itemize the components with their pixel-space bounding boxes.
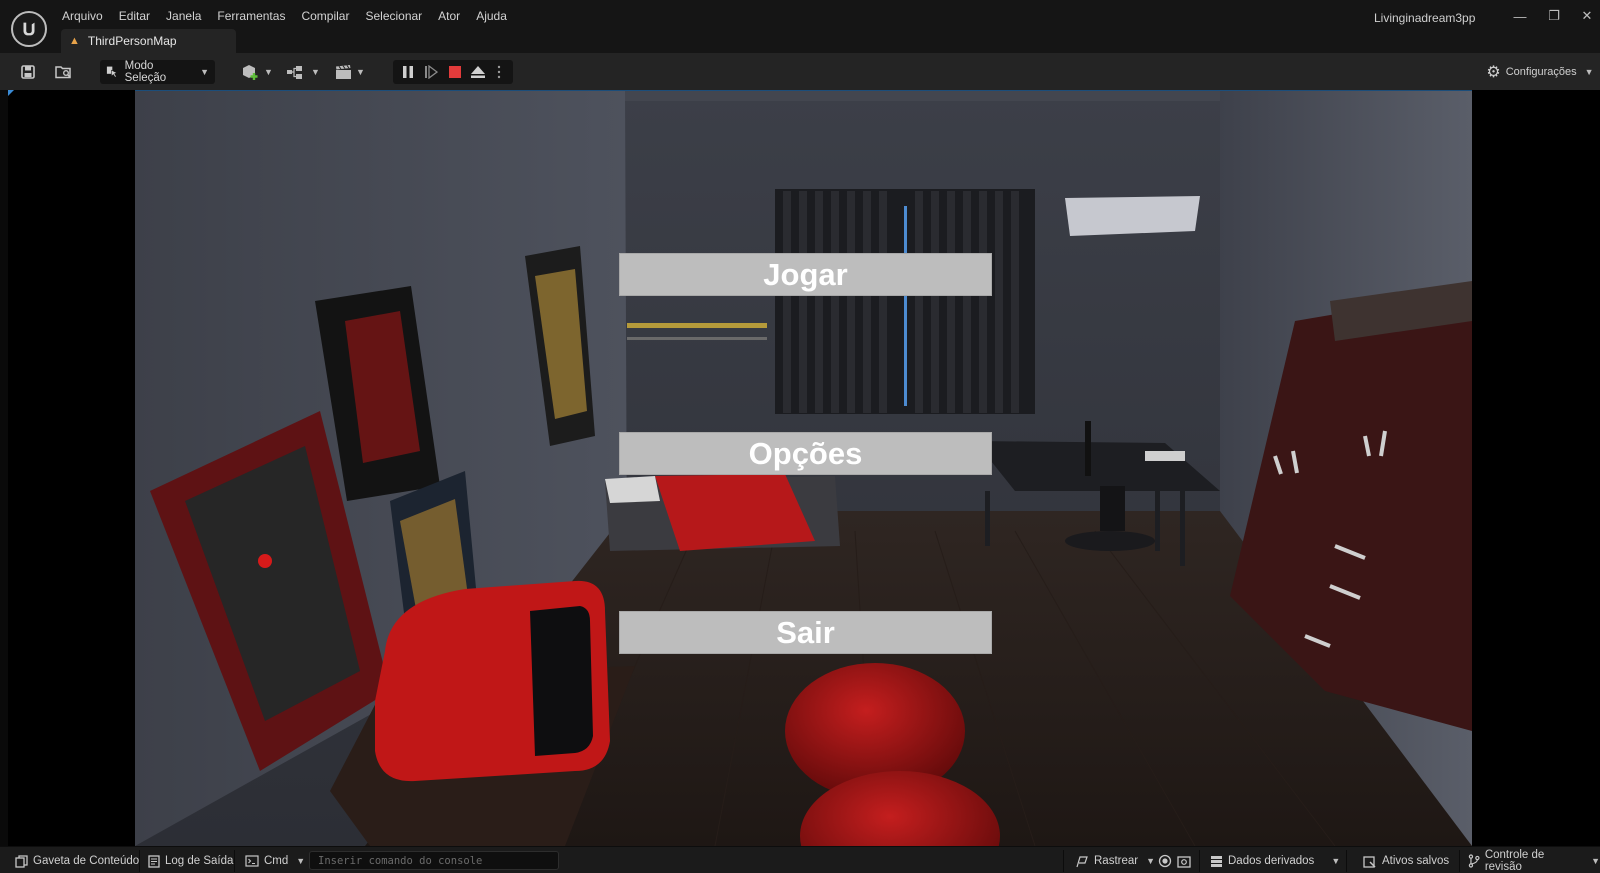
saved-assets-button[interactable]: Ativos salvos <box>1363 852 1449 870</box>
more-options-icon[interactable] <box>491 60 507 84</box>
chevron-down-icon: ▼ <box>1331 856 1341 866</box>
selection-mode-label: Modo Seleção <box>124 60 167 84</box>
console-command-input[interactable] <box>309 851 559 870</box>
cmd-dropdown[interactable]: Cmd ▼ <box>245 852 305 870</box>
minimize-icon[interactable]: — <box>1507 6 1533 26</box>
title-bar: Arquivo Editar Janela Ferramentas Compil… <box>0 0 1600 53</box>
cursor-icon <box>106 66 118 78</box>
blueprint-button[interactable]: ▼ <box>285 60 321 84</box>
chevron-down-icon: ▼ <box>296 856 306 866</box>
game-scene: Jogar Opções Sair <box>135 91 1472 846</box>
close-icon[interactable]: ✕ <box>1574 6 1600 26</box>
derived-data-label: Dados derivados <box>1228 855 1315 867</box>
project-name: Livinginadream3pp <box>1374 11 1476 25</box>
browse-content-icon[interactable] <box>52 60 76 84</box>
cmd-label: Cmd <box>264 855 289 867</box>
eject-icon[interactable] <box>467 60 489 84</box>
menu-help[interactable]: Ajuda <box>468 8 515 26</box>
output-log-button[interactable]: Log de Saída <box>148 852 233 870</box>
main-toolbar: Modo Seleção ▼ ▼ ▼ ▼ ⚙ Configurações ▼ <box>0 53 1600 90</box>
add-actor-button[interactable]: ▼ <box>240 60 274 84</box>
revision-control-dropdown[interactable]: Controle de revisão ▼ <box>1468 849 1600 873</box>
menu-actor[interactable]: Ator <box>430 8 468 26</box>
record-icon[interactable] <box>1158 852 1172 870</box>
chevron-down-icon: ▼ <box>1146 856 1156 866</box>
options-button[interactable]: Opções <box>619 432 992 475</box>
chevron-down-icon: ▼ <box>1584 67 1594 77</box>
branch-icon <box>1468 854 1480 868</box>
add-actor-icon <box>243 65 258 80</box>
terminal-icon <box>245 855 259 867</box>
step-frame-icon[interactable] <box>420 60 442 84</box>
blueprint-icon <box>287 66 303 79</box>
content-drawer-label: Gaveta de Conteúdo <box>33 855 140 867</box>
chevron-down-icon: ▼ <box>311 67 320 77</box>
save-icon[interactable] <box>17 60 39 84</box>
status-bar: Gaveta de Conteúdo Log de Saída Cmd ▼ Ra… <box>0 846 1600 873</box>
level-icon: ▲ <box>69 35 80 47</box>
cinematics-button[interactable]: ▼ <box>333 60 367 84</box>
chevron-down-icon: ▼ <box>264 67 273 77</box>
output-log-icon <box>148 854 160 868</box>
saved-assets-icon <box>1363 855 1376 868</box>
output-log-label: Log de Saída <box>165 855 234 867</box>
main-menu-bar: Arquivo Editar Janela Ferramentas Compil… <box>54 8 515 26</box>
viewport-focus-marker <box>8 90 14 96</box>
revision-control-label: Controle de revisão <box>1484 849 1545 873</box>
trace-dropdown[interactable]: Rastrear ▼ <box>1075 852 1155 870</box>
unreal-logo-icon[interactable] <box>11 11 47 47</box>
play-button[interactable]: Jogar <box>619 253 992 296</box>
settings-label: Configurações <box>1505 66 1577 78</box>
gear-icon: ⚙ <box>1486 64 1501 81</box>
chevron-down-icon: ▼ <box>1591 856 1600 866</box>
pause-icon[interactable] <box>397 60 419 84</box>
saved-assets-label: Ativos salvos <box>1382 855 1450 867</box>
screenshot-icon[interactable] <box>1177 852 1191 870</box>
content-drawer-button[interactable]: Gaveta de Conteúdo <box>15 852 139 870</box>
level-tab-label: ThirdPersonMap <box>87 34 177 48</box>
menu-edit[interactable]: Editar <box>111 8 158 26</box>
stop-icon[interactable] <box>444 60 466 84</box>
content-drawer-icon <box>15 854 28 868</box>
menu-build[interactable]: Compilar <box>293 8 357 26</box>
restore-icon[interactable]: ❐ <box>1541 6 1567 26</box>
menu-tools[interactable]: Ferramentas <box>209 8 293 26</box>
derived-data-icon <box>1211 855 1222 867</box>
menu-select[interactable]: Selecionar <box>357 8 430 26</box>
settings-button[interactable]: ⚙ Configurações ▼ <box>1485 60 1595 84</box>
selection-mode-dropdown[interactable]: Modo Seleção ▼ <box>100 60 215 84</box>
quit-button[interactable]: Sair <box>619 611 992 654</box>
menu-window[interactable]: Janela <box>158 8 209 26</box>
chevron-down-icon: ▼ <box>200 67 209 77</box>
level-tab[interactable]: ▲ ThirdPersonMap <box>61 29 236 53</box>
trace-icon <box>1076 855 1088 867</box>
clapperboard-icon <box>336 65 352 79</box>
trace-label: Rastrear <box>1094 855 1139 867</box>
chevron-down-icon: ▼ <box>356 67 365 77</box>
derived-data-dropdown[interactable]: Dados derivados ▼ <box>1210 852 1340 870</box>
menu-file[interactable]: Arquivo <box>54 8 111 26</box>
